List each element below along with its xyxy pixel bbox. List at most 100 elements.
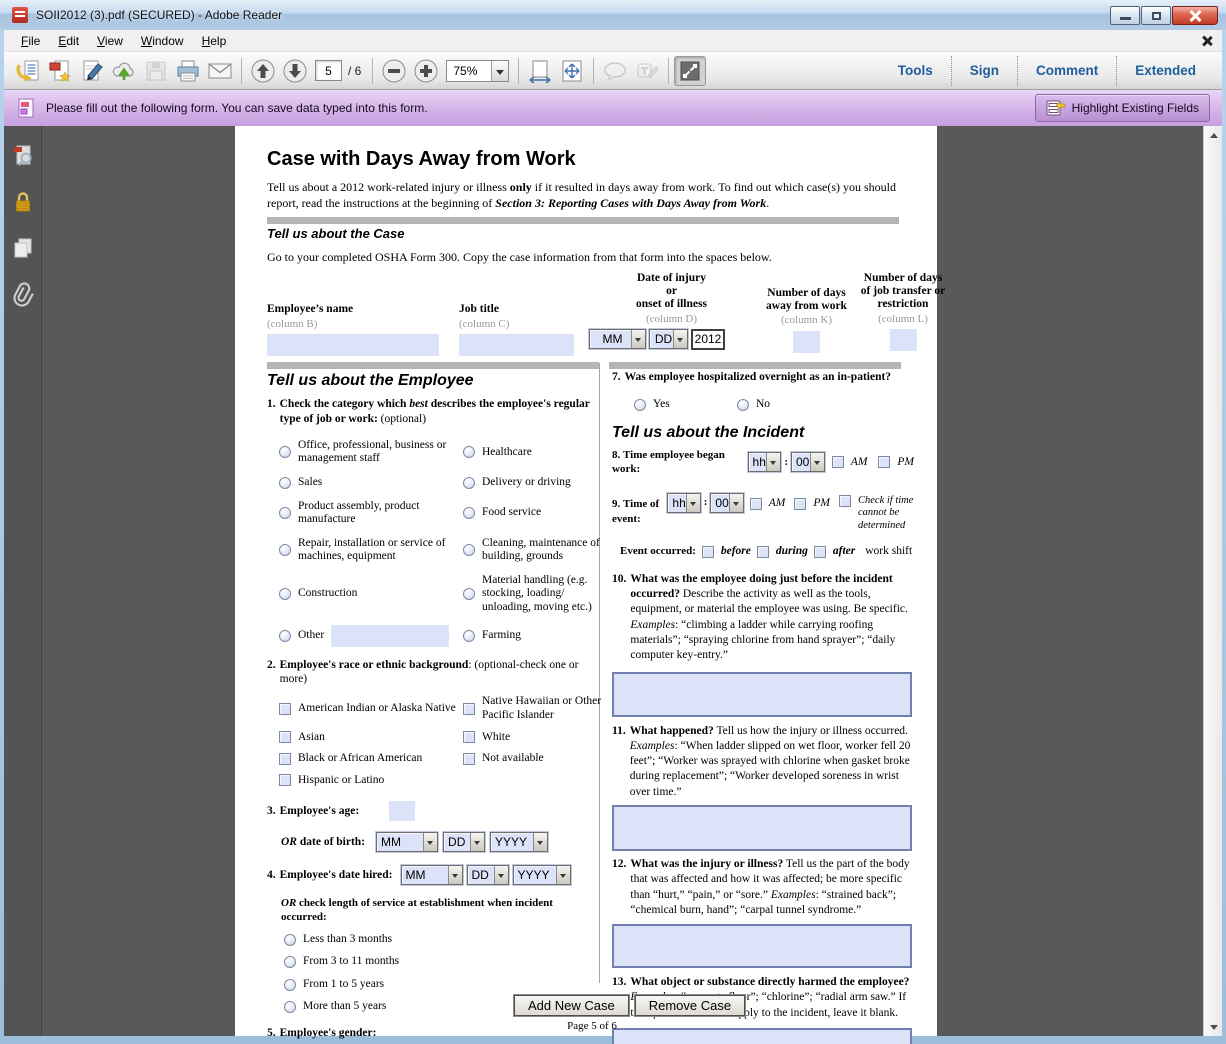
fit-page-button[interactable] xyxy=(556,56,588,86)
tab-sign[interactable]: Sign xyxy=(952,63,1017,78)
event-before-checkbox[interactable]: before xyxy=(702,545,751,559)
began-hour-select[interactable]: hh xyxy=(748,452,782,472)
other-category-input[interactable] xyxy=(331,625,449,647)
create-pdf-button[interactable] xyxy=(44,56,76,86)
page-thumbnails-button[interactable] xyxy=(9,142,37,170)
days-away-input[interactable] xyxy=(793,331,820,353)
scroll-up-button[interactable] xyxy=(1204,126,1223,143)
injury-year-input[interactable]: 2012 xyxy=(691,329,725,350)
job-category-option[interactable]: Office, professional, business or manage… xyxy=(279,439,459,466)
employee-age-input[interactable] xyxy=(389,801,415,821)
menu-view[interactable]: View xyxy=(88,31,132,51)
attachments-button[interactable] xyxy=(9,280,37,308)
service-length-option[interactable]: From 1 to 5 years xyxy=(284,978,597,992)
open-file-button[interactable] xyxy=(12,56,44,86)
began-minute-select[interactable]: 00 xyxy=(791,452,825,472)
minimize-button[interactable] xyxy=(1110,6,1140,25)
chevron-down-icon xyxy=(448,866,462,884)
job-category-option[interactable]: Product assembly, product manufacture xyxy=(279,500,459,527)
email-button[interactable] xyxy=(204,56,236,86)
job-category-option[interactable]: Delivery or driving xyxy=(463,476,613,490)
birth-day-select[interactable]: DD xyxy=(443,832,485,852)
employee-name-input[interactable] xyxy=(267,334,439,356)
began-pm-checkbox[interactable]: PM xyxy=(878,456,914,470)
page-number-input[interactable]: 5 xyxy=(315,60,342,81)
service-length-option[interactable]: From 3 to 11 months xyxy=(284,955,597,969)
question-1: 1. Check the category which best describ… xyxy=(267,397,597,427)
zoom-level-select[interactable]: 75% xyxy=(446,60,509,82)
job-category-option-other[interactable]: Other xyxy=(279,625,459,647)
race-option[interactable]: Hispanic or Latino xyxy=(279,774,459,788)
q12-answer-textarea[interactable] xyxy=(612,924,912,968)
restore-button[interactable] xyxy=(1141,6,1171,25)
race-option[interactable]: Not available xyxy=(463,752,623,766)
tab-comment[interactable]: Comment xyxy=(1018,63,1116,78)
hide-menubar-close-icon[interactable] xyxy=(1202,36,1212,46)
birth-month-select[interactable]: MM xyxy=(376,832,438,852)
event-pm-checkbox[interactable]: PM xyxy=(794,493,830,511)
menu-window[interactable]: Window xyxy=(132,31,193,51)
pages-copy-button[interactable] xyxy=(9,234,37,262)
text-callout-button[interactable] xyxy=(631,56,663,86)
cloud-upload-button[interactable] xyxy=(108,56,140,86)
race-option[interactable]: White xyxy=(463,731,623,745)
race-option[interactable]: Asian xyxy=(279,731,459,745)
next-page-button[interactable] xyxy=(279,56,311,86)
injury-month-select[interactable]: MM xyxy=(589,329,646,349)
radio-icon xyxy=(279,630,291,642)
job-category-option[interactable]: Food service xyxy=(463,506,613,520)
job-category-option[interactable]: Farming xyxy=(463,629,613,643)
highlight-fields-button[interactable]: Highlight Existing Fields xyxy=(1035,94,1210,122)
birth-year-select[interactable]: YYYY xyxy=(490,832,548,852)
q10-answer-textarea[interactable] xyxy=(612,672,912,717)
save-button[interactable] xyxy=(140,56,172,86)
hired-year-select[interactable]: YYYY xyxy=(513,865,571,885)
menu-edit[interactable]: Edit xyxy=(49,31,88,51)
event-hour-select[interactable]: hh xyxy=(667,493,700,513)
q11-answer-textarea[interactable] xyxy=(612,805,912,851)
job-category-option[interactable]: Sales xyxy=(279,476,459,490)
vertical-scrollbar[interactable] xyxy=(1203,126,1222,1036)
race-option[interactable]: American Indian or Alaska Native xyxy=(279,702,459,716)
days-transfer-input[interactable] xyxy=(890,329,917,351)
began-am-checkbox[interactable]: AM xyxy=(832,456,868,470)
time-undetermined-checkbox[interactable]: Check if time cannot be determined xyxy=(839,493,914,532)
event-minute-select[interactable]: 00 xyxy=(710,493,743,513)
hospitalized-option-no[interactable]: No xyxy=(737,398,770,412)
close-button[interactable] xyxy=(1172,6,1218,25)
sign-document-button[interactable] xyxy=(76,56,108,86)
checkbox-icon xyxy=(794,498,806,510)
print-button[interactable] xyxy=(172,56,204,86)
job-category-option[interactable]: Healthcare xyxy=(463,446,613,460)
previous-page-button[interactable] xyxy=(247,56,279,86)
race-option[interactable]: Native Hawaiian or Other Pacific Islande… xyxy=(463,695,623,722)
hired-day-select[interactable]: DD xyxy=(467,865,509,885)
remove-case-button[interactable]: Remove Case xyxy=(635,995,745,1016)
injury-day-select[interactable]: DD xyxy=(649,329,688,349)
comment-button[interactable] xyxy=(599,56,631,86)
event-after-checkbox[interactable]: after xyxy=(814,545,855,559)
fit-width-button[interactable] xyxy=(524,56,556,86)
job-category-option[interactable]: Cleaning, maintenance of building, groun… xyxy=(463,537,613,564)
hired-month-select[interactable]: MM xyxy=(401,865,463,885)
hospitalized-option-yes[interactable]: Yes xyxy=(634,398,737,412)
menu-file[interactable]: File xyxy=(12,31,49,51)
scroll-down-button[interactable] xyxy=(1204,1019,1223,1036)
job-category-option[interactable]: Construction xyxy=(279,587,459,601)
job-category-option[interactable]: Repair, installation or service of machi… xyxy=(279,537,459,564)
service-length-option[interactable]: Less than 3 months xyxy=(284,933,597,947)
zoom-out-button[interactable] xyxy=(378,56,410,86)
event-am-checkbox[interactable]: AM xyxy=(750,493,786,511)
tab-tools[interactable]: Tools xyxy=(880,63,951,78)
security-settings-button[interactable] xyxy=(9,188,37,216)
checkbox-icon xyxy=(750,498,762,510)
job-category-option[interactable]: Material handling (e.g. stocking, loadin… xyxy=(463,574,613,615)
add-new-case-button[interactable]: Add New Case xyxy=(514,995,629,1016)
job-title-input[interactable] xyxy=(459,334,574,356)
event-during-checkbox[interactable]: during xyxy=(757,545,808,559)
tab-extended[interactable]: Extended xyxy=(1117,63,1214,78)
menu-help[interactable]: Help xyxy=(193,31,236,51)
race-option[interactable]: Black or African American xyxy=(279,752,459,766)
zoom-in-button[interactable] xyxy=(410,56,442,86)
reading-mode-button[interactable] xyxy=(674,56,706,86)
